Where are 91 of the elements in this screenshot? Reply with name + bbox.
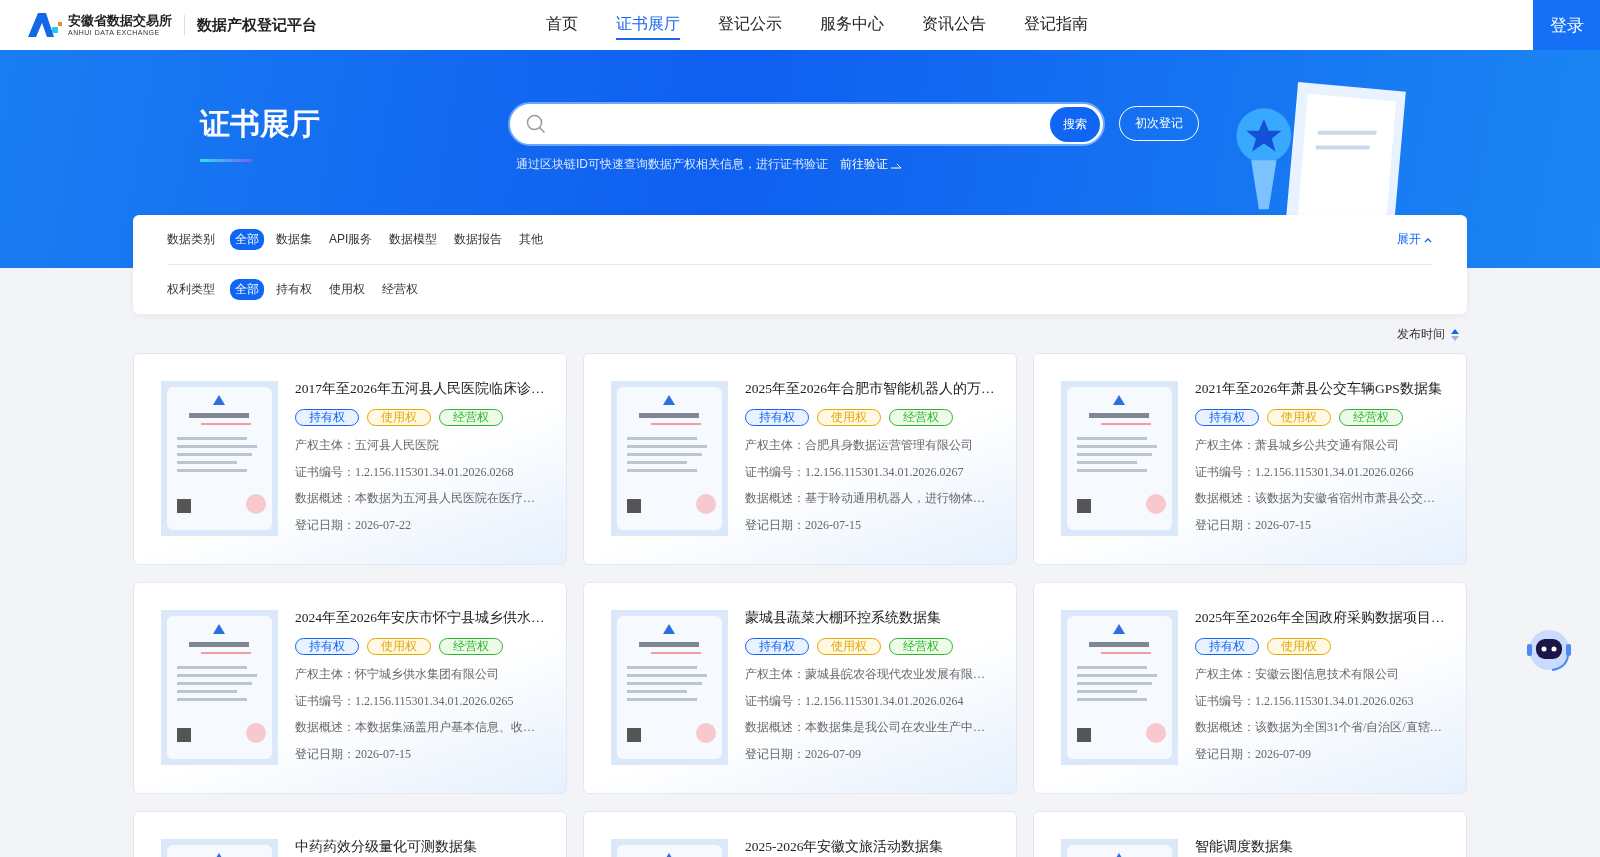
certificate-number: 证书编号：1.2.156.115301.34.01.2026.0264 xyxy=(745,692,965,710)
card-title: 中药药效分级量化可测数据集 xyxy=(295,839,477,856)
filter-option[interactable]: 经营权 xyxy=(377,279,423,300)
card-title: 2017年至2026年五河县人民医院临床诊… xyxy=(295,381,545,398)
filter-option[interactable]: 数据报告 xyxy=(449,229,508,250)
filter-option[interactable]: 持有权 xyxy=(271,279,317,300)
rights-tag: 使用权 xyxy=(367,409,431,426)
summary-text: 数据概述：本数据集是我公司在农业生产中… xyxy=(745,719,985,736)
platform-title: 数据产权登记平台 xyxy=(197,15,317,35)
search-field[interactable]: 搜索 xyxy=(508,102,1105,146)
nav-tab[interactable]: 首页 xyxy=(546,10,578,40)
rights-tag: 经营权 xyxy=(889,638,953,655)
certificate-card[interactable]: 2025-2026年安徽文旅活动数据集 xyxy=(583,811,1017,857)
card-title: 2025-2026年安徽文旅活动数据集 xyxy=(745,839,944,856)
owner-text: 产权主体：萧县城乡公共交通有限公司 xyxy=(1195,437,1400,454)
certificate-card[interactable]: 2021年至2026年萧县公交车辆GPS数据集 持有权 使用权 经营权 产权主体：萧县城乡公共交通有限公司 证书编号：1.2.156.115301.34.01.2026.0266 数据概述：该数据为安徽省宿州市萧县公交… 登记日期：2026-07-15 xyxy=(1033,353,1467,565)
owner-text: 产权主体：怀宁城乡供水集团有限公司 xyxy=(295,666,500,683)
summary-text: 数据概述：基于聆动通用机器人，进行物体… xyxy=(745,490,986,507)
rights-tag: 经营权 xyxy=(1339,409,1403,426)
expand-toggle[interactable]: 展开 xyxy=(1397,231,1433,248)
date-text: 登记日期：2026-07-09 xyxy=(745,745,862,763)
rights-tag: 使用权 xyxy=(817,638,881,655)
rights-tag: 使用权 xyxy=(367,638,431,655)
search-button[interactable]: 搜索 xyxy=(1050,106,1100,142)
rights-tag: 持有权 xyxy=(745,409,809,426)
rights-tag: 使用权 xyxy=(1267,638,1331,655)
date-text: 登记日期：2026-07-09 xyxy=(1195,745,1312,763)
hint-text: 通过区块链ID可快速查询数据产权相关信息，进行证书验证 xyxy=(516,156,828,173)
card-title: 智能调度数据集 xyxy=(1195,839,1293,856)
rights-tag: 持有权 xyxy=(1195,409,1259,426)
sort-icon xyxy=(1451,328,1459,341)
nav-tab[interactable]: 服务中心 xyxy=(820,10,884,40)
owner-text: 产权主体：合肥具身数据运营管理有限公司 xyxy=(745,437,974,454)
certificate-card[interactable]: 2024年至2026年安庆市怀宁县城乡供水… 持有权 使用权 经营权 产权主体：怀宁城乡供水集团有限公司 证书编号：1.2.156.115301.34.01.2026.0265 数据概述：本数据集涵盖用户基本信息、收… 登记日期：2026-07-15 xyxy=(133,582,567,794)
login-button[interactable]: 登录 xyxy=(1533,0,1600,50)
rights-tag: 使用权 xyxy=(1267,409,1331,426)
rights-tag: 经营权 xyxy=(439,409,503,426)
filter-option[interactable]: 数据模型 xyxy=(384,229,443,250)
card-title: 2024年至2026年安庆市怀宁县城乡供水… xyxy=(295,610,545,627)
summary-text: 数据概述：该数据为安徽省宿州市萧县公交… xyxy=(1195,490,1436,507)
filter-option[interactable]: 全部 xyxy=(230,229,264,250)
date-text: 登记日期：2026-07-22 xyxy=(295,516,412,534)
verify-link[interactable]: 前往验证 xyxy=(840,156,902,173)
rights-tag: 持有权 xyxy=(745,638,809,655)
rights-tag: 持有权 xyxy=(1195,638,1259,655)
filter-option[interactable]: API服务 xyxy=(324,229,378,250)
date-text: 登记日期：2026-07-15 xyxy=(1195,516,1312,534)
summary-text: 数据概述：本数据集涵盖用户基本信息、收… xyxy=(295,719,536,736)
certificate-card[interactable]: 中药药效分级量化可测数据集 xyxy=(133,811,567,857)
certificate-card[interactable]: 2017年至2026年五河县人民医院临床诊… 持有权 使用权 经营权 产权主体：五河县人民医院 证书编号：1.2.156.115301.34.01.2026.0268 数据概述：本数据为五河县人民医院在医疗… 登记日期：2026-07-22 xyxy=(133,353,567,565)
card-title: 蒙城县蔬菜大棚环控系统数据集 xyxy=(745,610,942,627)
summary-text: 数据概述：本数据为五河县人民医院在医疗… xyxy=(295,490,536,507)
page-title: 证书展厅 xyxy=(200,106,321,142)
owner-text: 产权主体：蒙城县皖农谷现代农业发展有限… xyxy=(745,666,985,683)
filter-label: 权利类型 xyxy=(167,281,216,298)
certificate-number: 证书编号：1.2.156.115301.34.01.2026.0265 xyxy=(295,692,515,710)
nav-tab[interactable]: 证书展厅 xyxy=(616,10,680,40)
summary-text: 数据概述：该数据为全国31个省/自治区/直辖… xyxy=(1195,719,1443,736)
certificate-card[interactable]: 2025年至2026年全国政府采购数据项目… 持有权 使用权 产权主体：安徽云图信息技术有限公司 证书编号：1.2.156.115301.34.01.2026.0263 数据概述：该数据为全国31个省/自治区/直辖… 登记日期：2026-07-09 xyxy=(1033,582,1467,794)
search-icon xyxy=(526,114,546,134)
owner-text: 产权主体：五河县人民医院 xyxy=(295,437,440,454)
certificate-card[interactable]: 蒙城县蔬菜大棚环控系统数据集 持有权 使用权 经营权 产权主体：蒙城县皖农谷现代农业发展有限… 证书编号：1.2.156.115301.34.01.2026.0264 数据概述：本数据集是我公司在农业生产中… 登记日期：2026-07-09 xyxy=(583,582,1017,794)
title-underline xyxy=(200,159,252,162)
filter-option[interactable]: 全部 xyxy=(230,279,264,300)
certificate-number: 证书编号：1.2.156.115301.34.01.2026.0266 xyxy=(1195,463,1415,481)
rights-tag: 使用权 xyxy=(817,409,881,426)
nav-tab[interactable]: 资讯公告 xyxy=(922,10,986,40)
logo-icon xyxy=(28,13,62,37)
rights-tag: 经营权 xyxy=(889,409,953,426)
certificate-number: 证书编号：1.2.156.115301.34.01.2026.0267 xyxy=(745,463,965,481)
certificate-number: 证书编号：1.2.156.115301.34.01.2026.0263 xyxy=(1195,692,1415,710)
filter-option[interactable]: 数据集 xyxy=(271,229,317,250)
rights-tag: 持有权 xyxy=(295,638,359,655)
certificate-card[interactable]: 智能调度数据集 xyxy=(1033,811,1467,857)
certificate-card[interactable]: 2025年至2026年合肥市智能机器人的万… 持有权 使用权 经营权 产权主体：合肥具身数据运营管理有限公司 证书编号：1.2.156.115301.34.01.2026.0267 数据概述：基于聆动通用机器人，进行物体… 登记日期：2026-07-15 xyxy=(583,353,1017,565)
filter-label: 数据类别 xyxy=(167,231,216,248)
filter-option[interactable]: 其他 xyxy=(514,229,549,250)
date-text: 登记日期：2026-07-15 xyxy=(745,516,862,534)
card-title: 2025年至2026年合肥市智能机器人的万… xyxy=(745,381,995,398)
logo-name: 安徽省数据交易所 xyxy=(68,13,172,28)
date-text: 登记日期：2026-07-15 xyxy=(295,745,412,763)
card-title: 2021年至2026年萧县公交车辆GPS数据集 xyxy=(1195,381,1442,398)
sort-control[interactable]: 发布时间 xyxy=(1397,326,1459,343)
card-title: 2025年至2026年全国政府采购数据项目… xyxy=(1195,610,1445,627)
filter-option[interactable]: 使用权 xyxy=(324,279,370,300)
certificate-number: 证书编号：1.2.156.115301.34.01.2026.0268 xyxy=(295,463,515,481)
nav-tab[interactable]: 登记指南 xyxy=(1024,10,1088,40)
rights-tag: 经营权 xyxy=(439,638,503,655)
owner-text: 产权主体：安徽云图信息技术有限公司 xyxy=(1195,666,1400,683)
nav-tab[interactable]: 登记公示 xyxy=(718,10,782,40)
rights-tag: 持有权 xyxy=(295,409,359,426)
